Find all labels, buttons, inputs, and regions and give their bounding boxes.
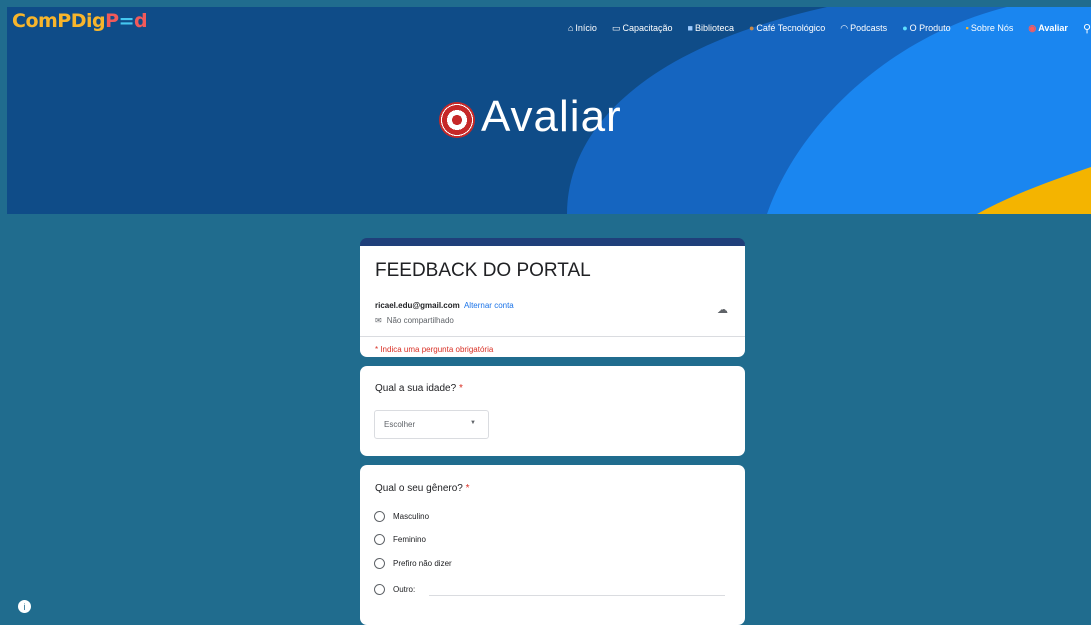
radio-button[interactable] (374, 534, 385, 545)
cloud-icon: ☁ (717, 304, 728, 316)
home-icon: ⌂ (567, 23, 574, 33)
age-select[interactable]: Escolher ▼ (374, 410, 489, 439)
switch-account-link[interactable]: Alternar conta (464, 301, 514, 310)
top-nav: ⌂ Início ▭ Capacitação ■ Biblioteca ● Café T… (568, 20, 1091, 36)
search-icon[interactable]: ⚲ (1083, 22, 1091, 35)
nav-cafe-tecnologico[interactable]: ● Café Tecnológico (749, 23, 825, 33)
laptop-icon: ▭ (611, 22, 621, 33)
question-gender-card: Qual o seu gênero? * Masculino Feminino … (360, 465, 745, 625)
form-title: FEEDBACK DO PORTAL (375, 260, 591, 281)
people-icon: ▪ (965, 23, 969, 33)
radio-button[interactable] (374, 558, 385, 569)
page-title: Avaliar (439, 92, 622, 142)
book-icon: ■ (687, 23, 693, 33)
not-shared-line: ✉ Não compartilhado (375, 316, 454, 325)
headphones-icon: ◠ (840, 22, 849, 33)
divider (360, 336, 745, 337)
nav-sobre-nos[interactable]: ▪ Sobre Nós (966, 23, 1014, 33)
target-icon: ◉ (1028, 22, 1037, 33)
hero-header: ComPDigP=d ⌂ Início ▭ Capacitação ■ Bibliot… (7, 7, 1091, 214)
nav-o-produto[interactable]: ● O Produto (902, 23, 950, 33)
required-note: * Indica uma pergunta obrigatória (375, 345, 494, 354)
info-icon[interactable]: i (18, 600, 31, 613)
target-icon (439, 102, 475, 138)
radio-button[interactable] (374, 511, 385, 522)
radio-option-feminino[interactable]: Feminino (374, 534, 426, 545)
question-age-label: Qual a sua idade? * (375, 383, 463, 394)
not-shared-label: Não compartilhado (386, 316, 454, 325)
radio-option-masculino[interactable]: Masculino (374, 511, 429, 522)
coffee-icon: ● (748, 23, 755, 33)
radio-button[interactable] (374, 584, 385, 595)
account-email: ricael.edu@gmail.com (375, 301, 460, 310)
dropdown-arrow-icon: ▼ (470, 420, 476, 426)
radio-option-outro[interactable]: Outro: (374, 584, 415, 595)
other-text-input[interactable] (429, 595, 725, 596)
nav-capacitacao[interactable]: ▭ Capacitação (612, 23, 673, 34)
nav-avaliar[interactable]: ◉ Avaliar (1028, 23, 1068, 34)
question-gender-label: Qual o seu gênero? * (375, 483, 470, 494)
pin-icon: ● (902, 23, 908, 33)
site-logo[interactable]: ComPDigP=d (12, 10, 148, 32)
form-header-card: FEEDBACK DO PORTAL ricael.edu@gmail.com … (360, 238, 745, 357)
nav-podcasts[interactable]: ◠ Podcasts (840, 23, 887, 34)
nav-biblioteca[interactable]: ■ Biblioteca (688, 23, 734, 33)
nav-inicio[interactable]: ⌂ Início (568, 23, 597, 33)
radio-option-prefiro-nao-dizer[interactable]: Prefiro não dizer (374, 558, 452, 569)
account-line: ricael.edu@gmail.com Alternar conta (375, 301, 514, 310)
question-age-card: Qual a sua idade? * Escolher ▼ (360, 366, 745, 456)
mail-icon: ✉ (375, 316, 382, 325)
